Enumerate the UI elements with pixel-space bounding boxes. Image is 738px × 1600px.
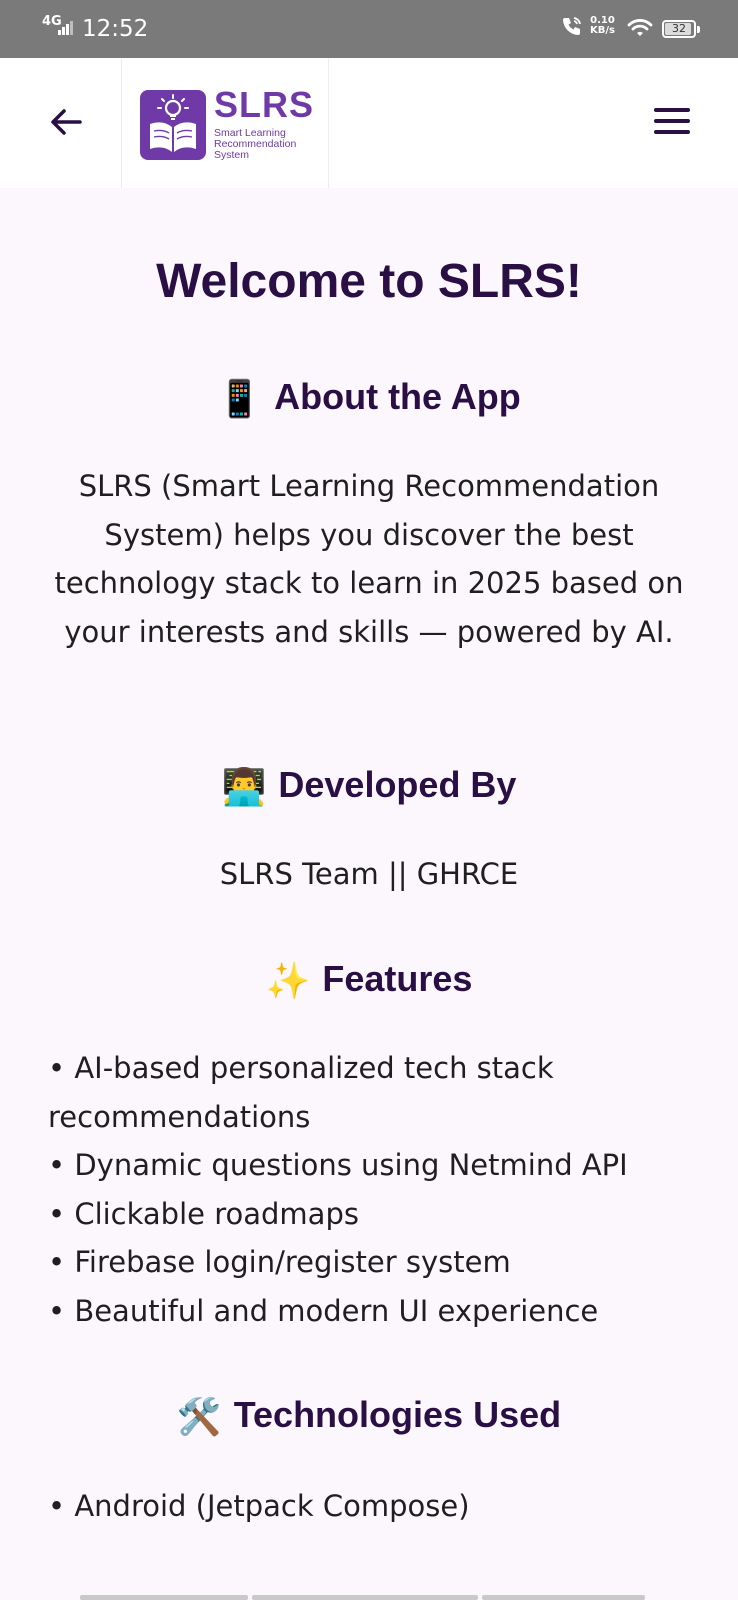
features-heading: ✨ Features	[265, 958, 473, 1002]
about-text: SLRS (Smart Learning Recommendation Syst…	[54, 469, 684, 649]
status-bar: 4G 12:52 0.10 KB/s 32	[0, 0, 738, 58]
wifi-calling-icon	[563, 17, 581, 35]
network-speed: 0.10 KB/s	[590, 15, 615, 36]
logo-title: SLRS	[214, 84, 315, 125]
signal-icon	[58, 21, 74, 35]
developed-heading: 👨‍💻 Developed By	[221, 764, 517, 808]
list-item: • Firebase login/register system	[48, 1245, 511, 1279]
hamburger-menu-icon[interactable]	[652, 106, 692, 138]
features-list: • AI-based personalized tech stack recom…	[48, 1044, 708, 1335]
phone-icon: 📱	[217, 379, 263, 420]
wifi-icon	[627, 19, 653, 36]
list-item: • AI-based personalized tech stack recom…	[48, 1051, 554, 1134]
tools-icon: 🛠️	[176, 1397, 222, 1438]
about-heading: 📱 About the App	[217, 376, 521, 420]
logo-subtitle: Smart Learning Recommendation System	[214, 127, 297, 161]
technologies-heading: 🛠️ Technologies Used	[176, 1394, 562, 1438]
page-title: Welcome to SLRS!	[156, 255, 582, 308]
list-item: • Clickable roadmaps	[48, 1196, 359, 1231]
sparkles-icon: ✨	[265, 961, 311, 1002]
clock: 12:52	[82, 16, 149, 42]
list-item: • Beautiful and modern UI experience	[48, 1293, 599, 1328]
developed-text: SLRS Team || GHRCE	[219, 857, 519, 891]
battery-icon: 32	[662, 20, 700, 38]
arrow-back-icon[interactable]	[44, 100, 88, 144]
list-item: • Dynamic questions using Netmind API	[48, 1148, 628, 1182]
scroll-indicator	[80, 1595, 645, 1600]
book-lightbulb-icon	[140, 90, 206, 160]
app-bar: SLRS Smart Learning Recommendation Syste…	[0, 58, 738, 188]
list-item: • Android (Jetpack Compose)	[48, 1489, 470, 1523]
technologies-list: • Android (Jetpack Compose)	[48, 1482, 708, 1531]
app-logo: SLRS Smart Learning Recommendation Syste…	[121, 58, 329, 188]
developer-icon: 👨‍💻	[221, 767, 267, 808]
